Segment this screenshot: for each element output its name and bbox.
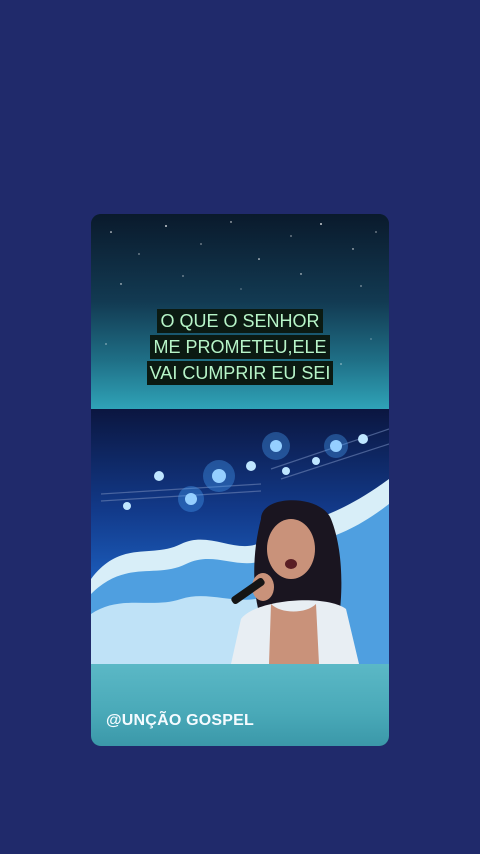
stage-scene — [91, 428, 389, 664]
lyrics-caption: O QUE O SENHOR ME PROMETEU,ELE VAI CUMPR… — [91, 309, 389, 387]
caption-line-2: ME PROMETEU,ELE — [150, 335, 330, 359]
channel-handle: @UNÇÃO GOSPEL — [106, 712, 254, 729]
video-card[interactable]: O QUE O SENHOR ME PROMETEU,ELE VAI CUMPR… — [91, 214, 389, 746]
singer-video-frame — [91, 409, 389, 664]
caption-line-1: O QUE O SENHOR — [157, 309, 323, 333]
starry-sky-background: O QUE O SENHOR ME PROMETEU,ELE VAI CUMPR… — [91, 214, 389, 409]
caption-line-3: VAI CUMPRIR EU SEI — [146, 361, 334, 385]
water-footer-background — [91, 664, 389, 746]
